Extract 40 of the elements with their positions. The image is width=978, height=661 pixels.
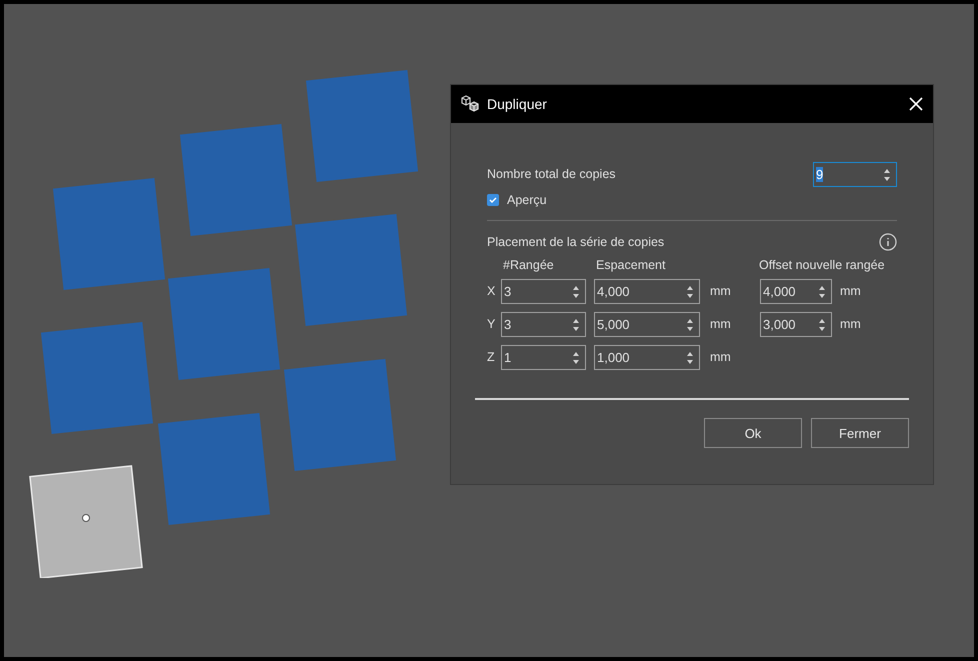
dialog-button[interactable]: Ok — [704, 418, 802, 448]
cubes-icon — [461, 95, 481, 113]
axis-label: X — [487, 283, 496, 300]
number-field[interactable]: 1,000 — [594, 345, 700, 370]
axis-label: Y — [487, 316, 496, 334]
unit-label: mm — [840, 316, 861, 334]
column-header: Espacement — [596, 256, 666, 274]
unit-label: mm — [840, 283, 861, 300]
number-field[interactable]: 4,000 — [594, 279, 700, 304]
close-icon[interactable] — [909, 97, 923, 111]
axis-label: Z — [487, 349, 496, 366]
number-field[interactable]: 4,000 — [760, 279, 832, 304]
spinner-icon[interactable] — [819, 318, 825, 332]
unit-label: mm — [710, 283, 732, 300]
column-header: #Rangée — [503, 256, 555, 274]
number-field[interactable]: 3 — [501, 312, 586, 338]
section-title: Placement de la série de copies — [487, 234, 664, 251]
unit-label: mm — [710, 316, 732, 334]
number-field[interactable]: 9 — [813, 162, 897, 187]
spinner-icon[interactable] — [573, 350, 579, 365]
dialog-button[interactable]: Fermer — [811, 418, 909, 448]
spinner-icon[interactable] — [573, 284, 579, 299]
spinner-icon[interactable] — [687, 318, 693, 332]
spinner-icon[interactable] — [687, 284, 693, 299]
spinner-icon[interactable] — [884, 168, 890, 182]
spinner-icon[interactable] — [819, 284, 825, 299]
spinner-icon[interactable] — [687, 350, 693, 365]
column-header: Offset nouvelle rangée — [759, 256, 885, 274]
window-title: Dupliquer — [487, 94, 548, 114]
spinner-icon[interactable] — [573, 318, 579, 332]
number-field[interactable]: 3,000 — [760, 312, 832, 338]
info-icon[interactable] — [879, 233, 897, 252]
preview-checkbox[interactable] — [487, 194, 499, 206]
unit-label: mm — [710, 349, 732, 366]
check-icon — [489, 196, 497, 204]
number-field[interactable]: 1 — [501, 345, 586, 370]
number-field[interactable]: 3 — [501, 279, 586, 304]
number-field[interactable]: 5,000 — [594, 312, 700, 338]
preview-label: Aperçu — [507, 192, 547, 209]
total-copies-label: Nombre total de copies — [487, 166, 616, 184]
